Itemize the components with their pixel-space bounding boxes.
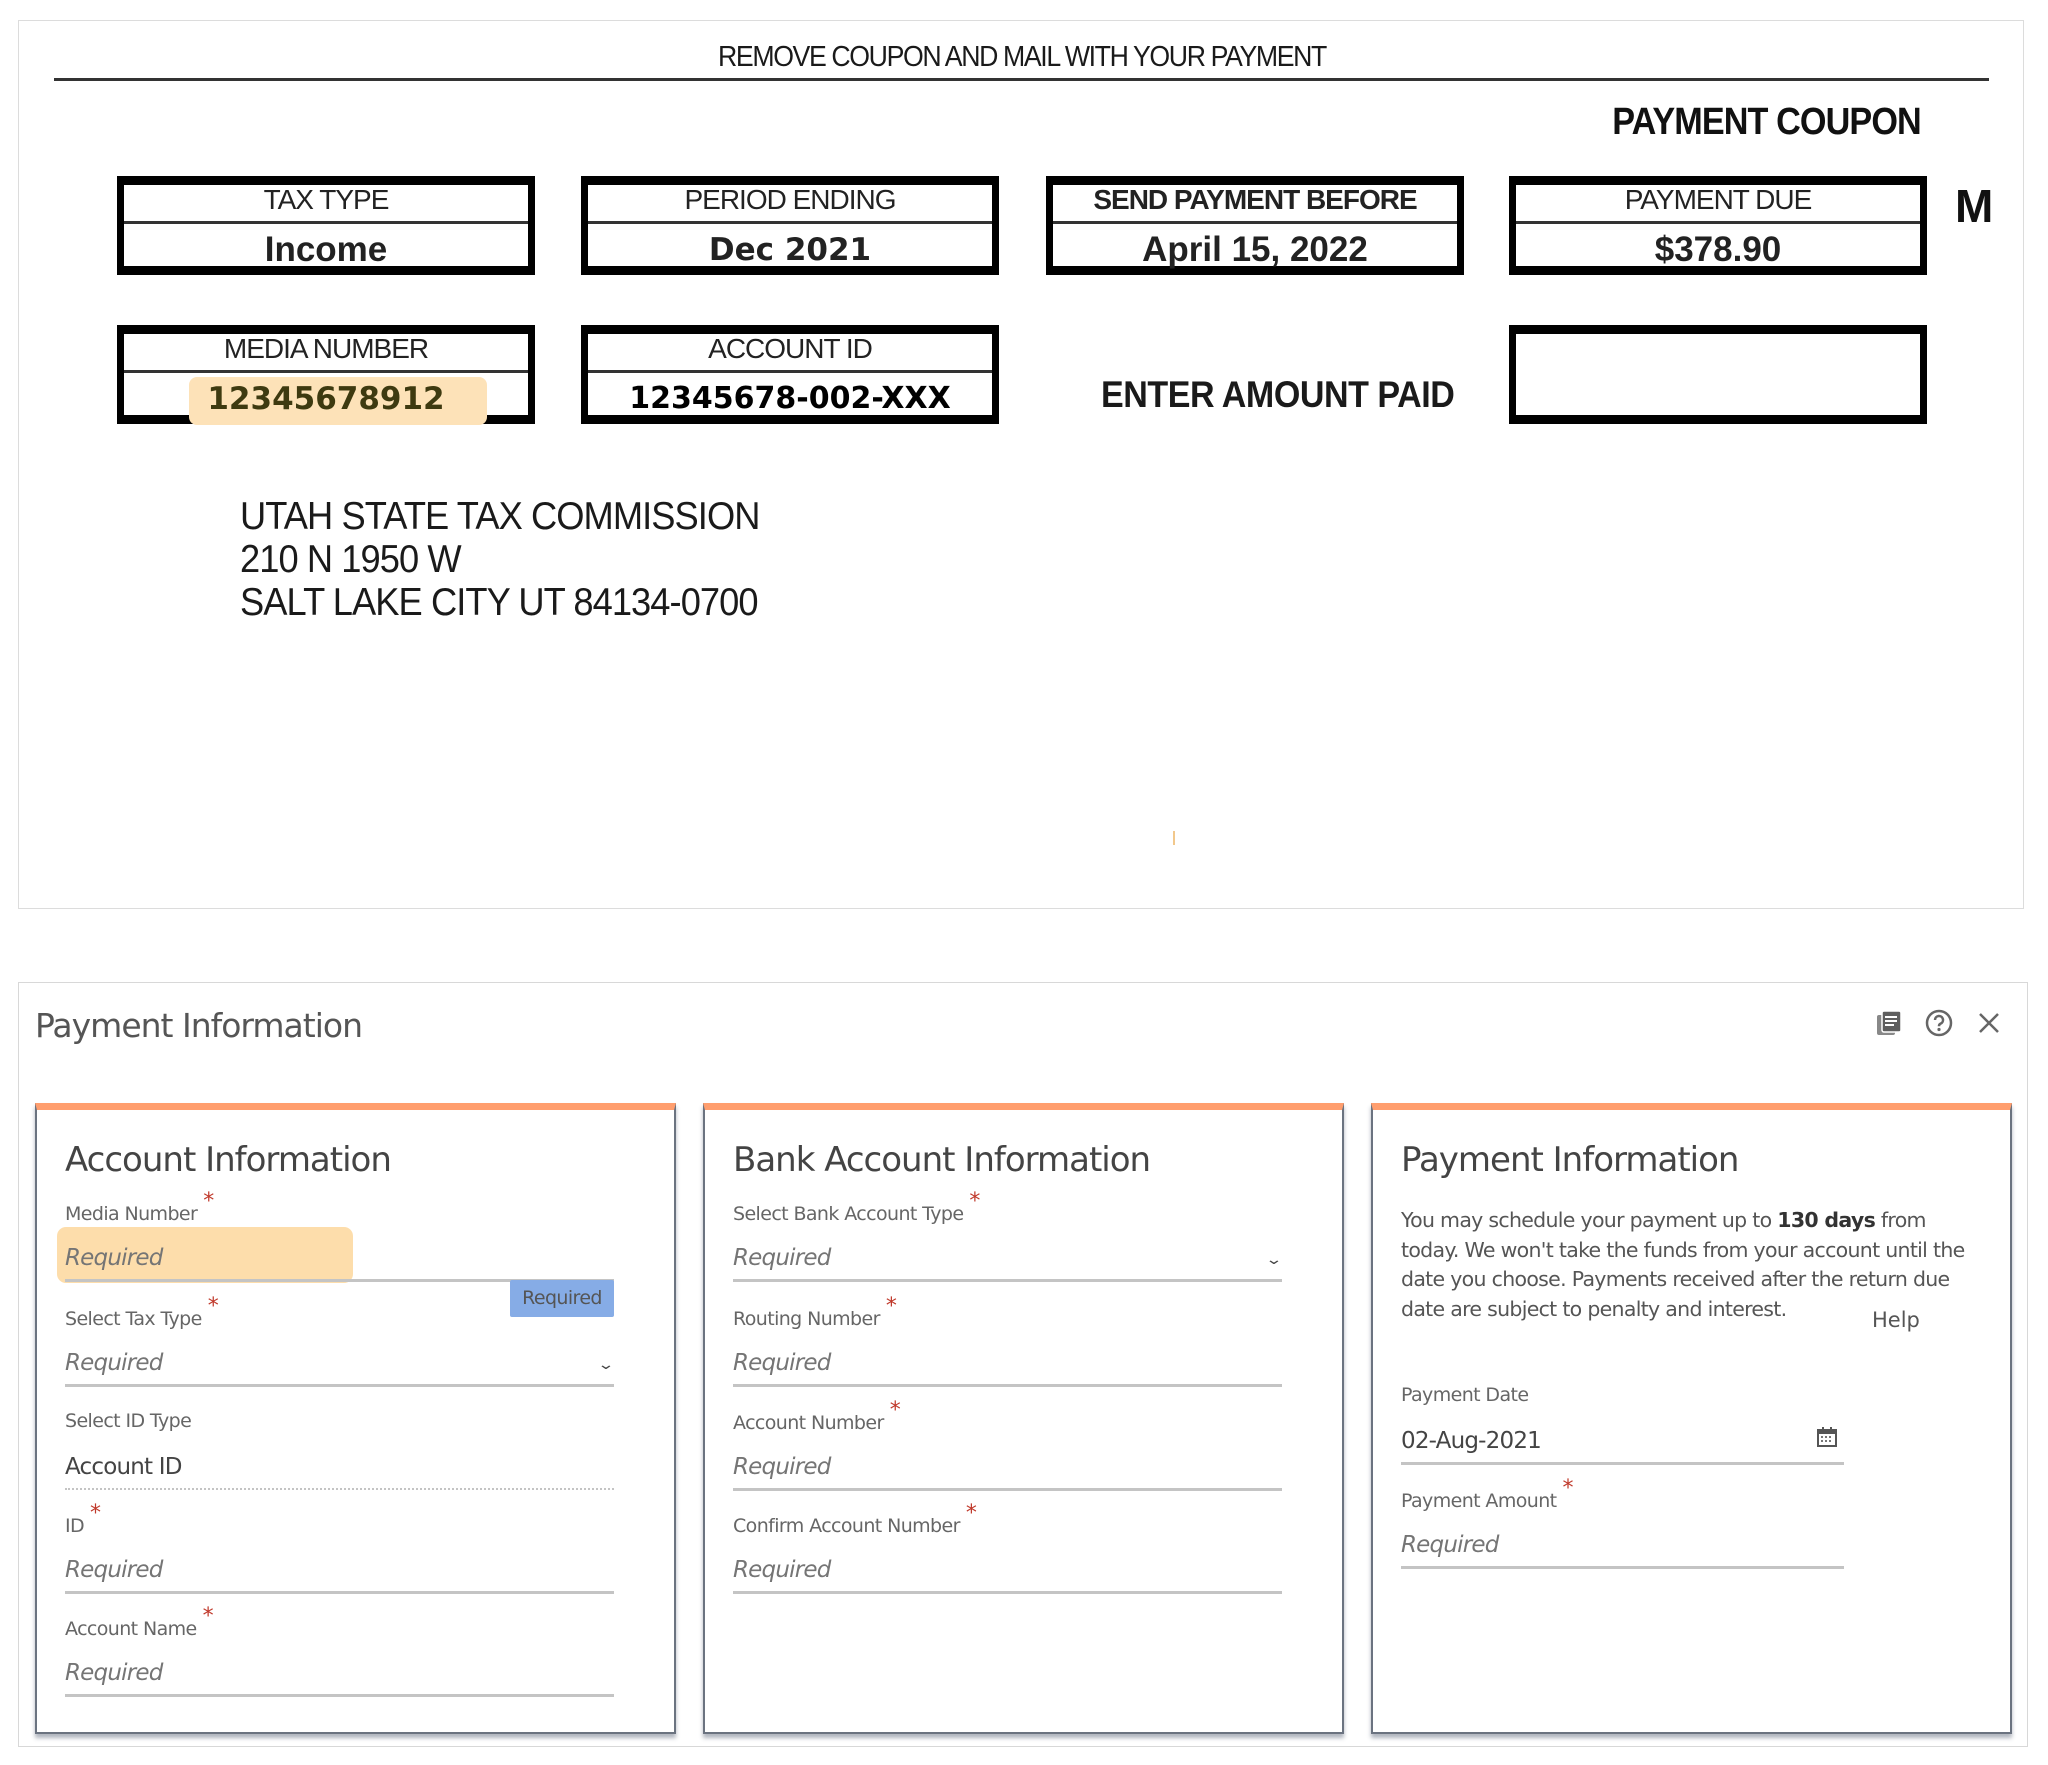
mailing-address: UTAH STATE TAX COMMISSION 210 N 1950 W S… bbox=[240, 495, 760, 624]
required-asterisk: * bbox=[969, 1189, 980, 1214]
chevron-down-icon[interactable]: ⌄ bbox=[597, 1356, 615, 1373]
field-label: ID bbox=[65, 1515, 85, 1537]
panel-title: Payment Information bbox=[35, 1006, 363, 1045]
confirm-account-number-field: Confirm Account Number * bbox=[733, 1501, 1282, 1594]
bank-account-type-select[interactable] bbox=[733, 1241, 1282, 1282]
address-line-3: SALT LAKE CITY UT 84134-0700 bbox=[240, 581, 759, 624]
bank-account-information-card: Bank Account Information Select Bank Acc… bbox=[703, 1103, 1344, 1734]
payment-amount-field: Payment Amount * bbox=[1401, 1476, 1844, 1569]
id-field: ID * bbox=[65, 1501, 614, 1594]
payment-date-input[interactable] bbox=[1401, 1424, 1844, 1465]
tax-type-box: TAX TYPE Income bbox=[117, 176, 535, 275]
coupon-title: PAYMENT COUPON bbox=[1612, 101, 1921, 143]
enter-amount-label: ENTER AMOUNT PAID bbox=[1101, 374, 1455, 415]
field-label: Select Bank Account Type bbox=[733, 1203, 964, 1225]
field-label: Confirm Account Number bbox=[733, 1515, 960, 1537]
media-number-input[interactable] bbox=[65, 1241, 614, 1282]
account-id-value: 12345678-002-XXX bbox=[629, 381, 951, 416]
card-heading: Payment Information bbox=[1401, 1140, 1739, 1180]
payment-due-value: $378.90 bbox=[1654, 230, 1782, 269]
info-text-bold: 130 days bbox=[1777, 1208, 1876, 1232]
required-asterisk: * bbox=[889, 1398, 901, 1423]
bank-account-type-field: Select Bank Account Type* ⌄ bbox=[733, 1189, 1283, 1282]
panel-toolbar bbox=[1873, 1007, 2005, 1039]
payment-information-panel: Payment Information Account Information … bbox=[18, 982, 2028, 1747]
coupon-divider bbox=[54, 78, 1989, 81]
required-asterisk: * bbox=[1562, 1476, 1574, 1501]
field-label: Payment Amount bbox=[1401, 1490, 1557, 1512]
field-label: Account Name bbox=[65, 1618, 197, 1640]
payment-info-text: You may schedule your payment up to 130 … bbox=[1401, 1206, 1981, 1324]
id-type-input[interactable] bbox=[65, 1450, 614, 1490]
required-asterisk: * bbox=[90, 1501, 101, 1526]
required-asterisk: * bbox=[885, 1294, 897, 1319]
account-id-label: ACCOUNT ID bbox=[588, 334, 992, 373]
confirm-account-number-input[interactable] bbox=[733, 1553, 1282, 1594]
account-name-input[interactable] bbox=[65, 1656, 614, 1697]
tax-type-select[interactable] bbox=[65, 1346, 614, 1387]
account-information-card: Account Information Media Number * Requir… bbox=[35, 1103, 676, 1734]
coupon-header: REMOVE COUPON AND MAIL WITH YOUR PAYMENT bbox=[718, 41, 1327, 73]
help-circle-icon[interactable] bbox=[1923, 1007, 1955, 1039]
required-asterisk: * bbox=[202, 1604, 214, 1629]
close-icon[interactable] bbox=[1973, 1007, 2005, 1039]
media-number-field: Media Number * Required bbox=[57, 1189, 614, 1317]
routing-number-input[interactable] bbox=[733, 1346, 1282, 1387]
coupon-marker: M bbox=[1955, 180, 1994, 232]
media-number-value: 12345678912 bbox=[207, 381, 445, 417]
payment-due-label: PAYMENT DUE bbox=[1516, 185, 1920, 224]
tax-type-field: Select Tax Type* ⌄ bbox=[65, 1294, 615, 1387]
account-number-field: Account Number * bbox=[733, 1398, 1282, 1491]
card-heading: Account Information bbox=[65, 1140, 392, 1180]
media-number-label: MEDIA NUMBER bbox=[124, 334, 528, 373]
field-label: Select ID Type bbox=[65, 1410, 192, 1432]
field-label: Payment Date bbox=[1401, 1384, 1529, 1406]
send-payment-before-label: SEND PAYMENT BEFORE bbox=[1053, 185, 1457, 224]
required-asterisk: * bbox=[965, 1501, 977, 1526]
card-heading: Bank Account Information bbox=[733, 1140, 1151, 1180]
id-input[interactable] bbox=[65, 1553, 614, 1594]
field-label: Account Number bbox=[733, 1412, 884, 1434]
routing-number-field: Routing Number * bbox=[733, 1294, 1282, 1387]
payment-coupon: REMOVE COUPON AND MAIL WITH YOUR PAYMENT… bbox=[18, 20, 2024, 909]
chevron-down-icon[interactable]: ⌄ bbox=[1265, 1251, 1283, 1268]
period-ending-box: PERIOD ENDING Dec 2021 bbox=[581, 176, 999, 275]
send-payment-before-value: April 15, 2022 bbox=[1142, 230, 1368, 269]
payment-due-box: PAYMENT DUE $378.90 bbox=[1509, 176, 1927, 275]
id-type-field: Select ID Type bbox=[65, 1410, 614, 1490]
address-line-1: UTAH STATE TAX COMMISSION bbox=[240, 495, 760, 538]
account-name-field: Account Name * bbox=[65, 1604, 614, 1697]
payment-information-card: Payment Information You may schedule you… bbox=[1371, 1103, 2012, 1734]
tax-type-label: TAX TYPE bbox=[124, 185, 528, 224]
account-id-box: ACCOUNT ID 12345678-002-XXX bbox=[581, 325, 999, 424]
stray-mark bbox=[1173, 831, 1175, 845]
account-number-input[interactable] bbox=[733, 1450, 1282, 1491]
field-label: Select Tax Type bbox=[65, 1308, 202, 1330]
payment-amount-input[interactable] bbox=[1401, 1528, 1844, 1569]
tax-type-value: Income bbox=[264, 230, 388, 269]
help-link[interactable]: Help bbox=[1872, 1308, 1920, 1332]
period-ending-label: PERIOD ENDING bbox=[588, 185, 992, 224]
period-ending-value: Dec 2021 bbox=[708, 232, 872, 268]
field-label: Routing Number bbox=[733, 1308, 880, 1330]
enter-amount-box[interactable] bbox=[1509, 325, 1927, 424]
document-stack-icon[interactable] bbox=[1873, 1007, 1905, 1039]
media-number-box: MEDIA NUMBER 12345678912 bbox=[117, 325, 535, 425]
address-line-2: 210 N 1950 W bbox=[240, 538, 462, 581]
field-label: Media Number bbox=[65, 1203, 198, 1225]
payment-date-field: Payment Date bbox=[1401, 1384, 1844, 1465]
calendar-icon[interactable] bbox=[1816, 1426, 1838, 1448]
info-text-start: You may schedule your payment up to bbox=[1401, 1208, 1778, 1232]
required-asterisk: * bbox=[203, 1189, 214, 1214]
required-asterisk: * bbox=[207, 1294, 219, 1319]
send-payment-before-box: SEND PAYMENT BEFORE April 15, 2022 bbox=[1046, 176, 1464, 275]
